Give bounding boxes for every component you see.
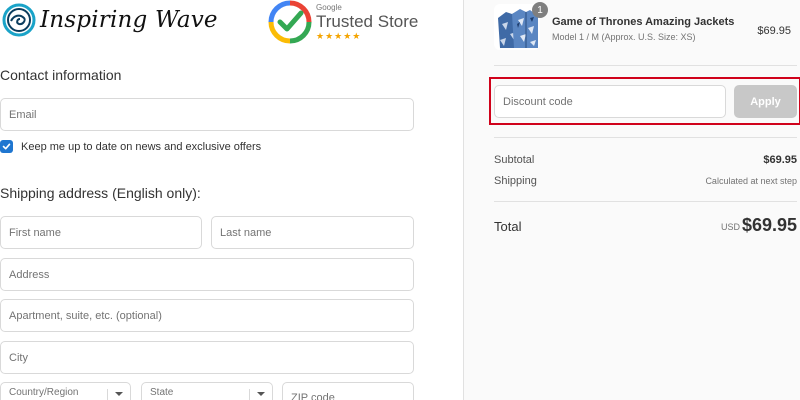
brand-name: Inspiring Wave	[40, 7, 218, 33]
state-label: State	[150, 387, 174, 398]
checkmark-icon	[2, 143, 11, 150]
country-select[interactable]: Country/Region	[0, 382, 131, 400]
select-divider	[107, 389, 108, 400]
newsletter-option[interactable]: Keep me up to date on news and exclusive…	[0, 140, 261, 153]
subtotal-value: $69.95	[763, 154, 797, 166]
first-name-input[interactable]	[9, 226, 201, 239]
shipping-value: Calculated at next step	[705, 176, 797, 186]
email-field[interactable]	[0, 98, 414, 131]
city-field[interactable]	[0, 341, 414, 374]
brand-logo[interactable]: Inspiring Wave	[2, 2, 218, 38]
email-input[interactable]	[9, 108, 413, 121]
newsletter-checkbox[interactable]	[0, 140, 13, 153]
shipping-label: Shipping	[494, 175, 537, 187]
apartment-field[interactable]	[0, 299, 414, 332]
select-divider	[249, 389, 250, 400]
trusted-google-label: Google	[316, 3, 342, 12]
wave-circle-logo-icon	[2, 3, 36, 37]
shipping-heading: Shipping address (English only):	[0, 185, 201, 201]
total-row: Total USD $69.95	[494, 212, 797, 242]
checkout-form-panel: Inspiring Wave Google Trusted Store ★★★★…	[0, 0, 463, 400]
contact-heading: Contact information	[0, 67, 122, 83]
google-trusted-store-badge[interactable]: Google Trusted Store ★★★★★	[268, 0, 418, 44]
divider	[494, 201, 797, 202]
trusted-store-stars: ★★★★★	[316, 31, 362, 41]
country-label: Country/Region	[9, 387, 79, 398]
last-name-field[interactable]	[211, 216, 414, 249]
apartment-input[interactable]	[9, 309, 413, 322]
zip-field[interactable]	[282, 382, 414, 400]
trusted-store-text: Google Trusted Store ★★★★★	[316, 3, 418, 41]
total-value: $69.95	[741, 215, 797, 235]
divider	[494, 65, 797, 66]
product-title: Game of Thrones Amazing Jackets	[552, 16, 735, 28]
quantity-badge: 1	[532, 2, 548, 18]
subtotal-label: Subtotal	[494, 154, 535, 166]
zip-input[interactable]	[291, 392, 413, 400]
order-summary-panel: 1 Game of Thrones Amazing Jackets Model …	[463, 0, 800, 400]
state-select[interactable]: State	[141, 382, 273, 400]
last-name-input[interactable]	[220, 226, 413, 239]
first-name-field[interactable]	[0, 216, 202, 249]
checkmark-badge-icon	[268, 0, 312, 44]
subtotal-row: Subtotal $69.95	[494, 154, 797, 166]
product-price: $69.95	[757, 25, 791, 37]
newsletter-label: Keep me up to date on news and exclusive…	[21, 140, 262, 153]
cart-item: 1 Game of Thrones Amazing Jackets Model …	[494, 2, 797, 52]
product-variant: Model 1 / M (Approx. U.S. Size: XS)	[552, 32, 696, 42]
divider	[494, 137, 797, 138]
discount-code-input[interactable]	[503, 95, 725, 108]
chevron-down-icon	[115, 392, 123, 396]
apply-discount-button[interactable]: Apply	[734, 85, 797, 118]
trusted-store-title: Trusted Store	[316, 12, 419, 31]
total-currency: USD	[720, 222, 740, 232]
shipping-row: Shipping Calculated at next step	[494, 175, 797, 187]
total-label: Total	[494, 219, 522, 234]
address-field[interactable]	[0, 258, 414, 291]
discount-code-field[interactable]	[494, 85, 726, 118]
chevron-down-icon	[257, 392, 265, 396]
city-input[interactable]	[9, 351, 413, 364]
address-input[interactable]	[9, 268, 413, 281]
